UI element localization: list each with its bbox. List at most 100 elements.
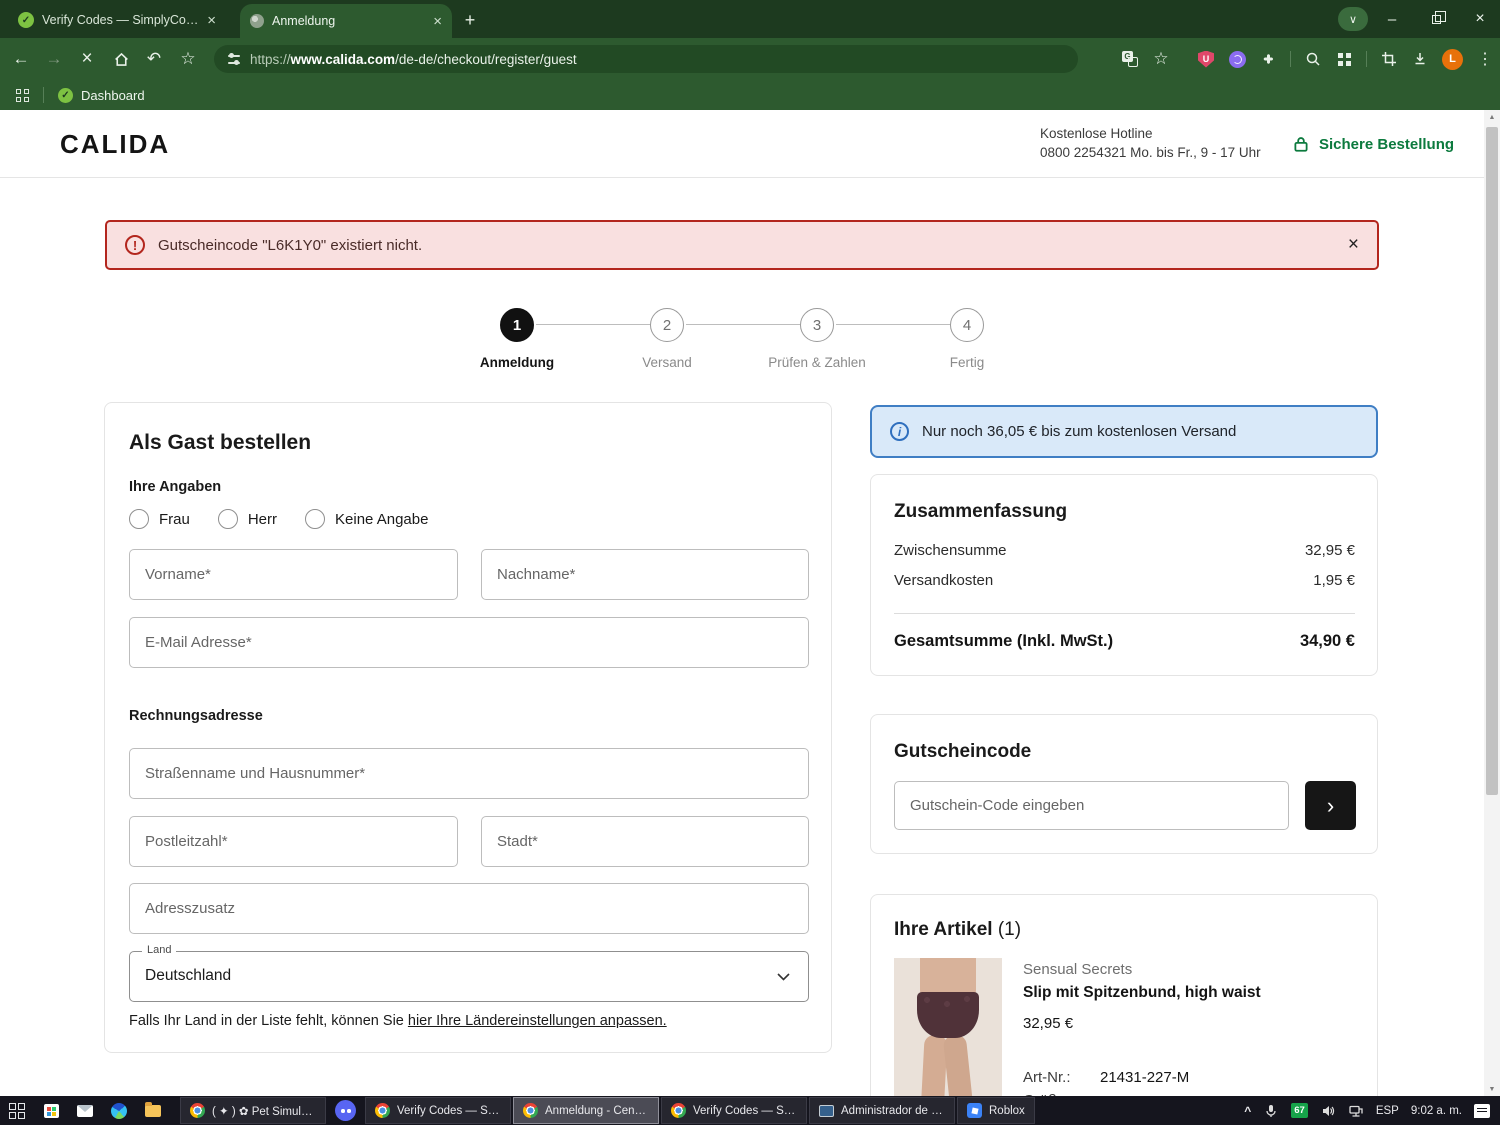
tab-verify-codes[interactable]: ✓ Verify Codes — SimplyCodes × — [8, 4, 226, 36]
taskbar-app-discord[interactable] — [328, 1097, 363, 1124]
voucher-code-input[interactable] — [894, 781, 1289, 830]
task-label: Verify Codes — Simp... — [397, 1104, 501, 1117]
taskbar-app-task-manager[interactable]: Administrador de tar... — [809, 1097, 955, 1124]
taskbar-store-button[interactable] — [34, 1096, 68, 1125]
step-versand: 2 Versand — [587, 308, 747, 370]
roblox-icon — [967, 1103, 982, 1118]
clock[interactable]: 9:02 a. m. — [1411, 1105, 1462, 1117]
radio-herr[interactable]: Herr — [217, 509, 277, 529]
voucher-card: Gutscheincode › — [870, 714, 1378, 854]
toolbar-actions: ☆ U L ⋮ — [1121, 38, 1494, 80]
error-close-icon[interactable]: × — [1348, 234, 1359, 256]
tab-search-button[interactable]: ∨ — [1338, 7, 1368, 31]
browser-tab-strip: ✓ Verify Codes — SimplyCodes × Anmeldung… — [0, 0, 1500, 38]
reload-icon[interactable]: ↶ — [141, 38, 167, 80]
taskbar-edge-button[interactable] — [102, 1096, 136, 1125]
taskbar-app-verify-codes-1[interactable]: Verify Codes — Simp... — [365, 1097, 511, 1124]
tray-expand-icon[interactable]: ^ — [1244, 1104, 1251, 1118]
toolbar-divider — [1290, 51, 1291, 67]
radio-keine-angabe[interactable]: Keine Angabe — [305, 509, 428, 529]
extensions-puzzle-icon[interactable] — [1259, 50, 1277, 68]
tab-close-icon[interactable]: × — [433, 13, 442, 30]
step-connector — [536, 324, 650, 325]
address-extra-input[interactable] — [129, 883, 809, 934]
city-input[interactable] — [481, 816, 809, 867]
taskbar-app-anmeldung[interactable]: Anmeldung - Cent B... — [513, 1097, 659, 1124]
taskbar-app-roblox[interactable]: Roblox — [957, 1097, 1035, 1124]
site-settings-icon[interactable] — [228, 52, 240, 66]
download-icon[interactable] — [1411, 50, 1429, 68]
secure-order-badge: Sichere Bestellung — [1292, 135, 1454, 153]
volume-icon[interactable] — [1320, 1103, 1336, 1119]
voucher-submit-button[interactable]: › — [1305, 781, 1356, 830]
back-icon[interactable]: ← — [8, 38, 34, 80]
chrome-icon — [375, 1103, 390, 1118]
network-icon[interactable] — [1348, 1103, 1364, 1119]
window-restore-button[interactable] — [1422, 7, 1450, 31]
stop-icon[interactable]: × — [74, 38, 100, 80]
page-scrollbar[interactable]: ▲ ▼ — [1484, 110, 1500, 1096]
bookmark-star-icon[interactable]: ☆ — [175, 38, 201, 80]
taskbar-mail-button[interactable] — [68, 1096, 102, 1125]
hotline-number: 0800 2254321 Mo. bis Fr., 9 - 17 Uhr — [1040, 145, 1261, 160]
radio-circle-icon[interactable] — [129, 509, 149, 529]
apps-launcher-icon[interactable] — [16, 88, 29, 102]
taskbar-app-verify-codes-2[interactable]: Verify Codes — Simp... — [661, 1097, 807, 1124]
summary-total-value: 34,90 € — [1299, 632, 1355, 650]
scroll-up-icon[interactable]: ▲ — [1484, 110, 1500, 124]
order-summary-card: Zusammenfassung Zwischensumme 32,95 € Ve… — [870, 474, 1378, 676]
scroll-down-icon[interactable]: ▼ — [1484, 1082, 1500, 1096]
translate-icon[interactable] — [1121, 50, 1139, 68]
guest-form-title: Als Gast bestellen — [129, 431, 312, 454]
country-footnote-text: Falls Ihr Land in der Liste fehlt, könne… — [129, 1013, 408, 1029]
country-footnote: Falls Ihr Land in der Liste fehlt, könne… — [129, 1013, 667, 1029]
tab-close-icon[interactable]: × — [207, 12, 216, 29]
profile-avatar[interactable]: L — [1442, 48, 1463, 70]
email-input[interactable] — [129, 617, 809, 668]
bookmarks-bar: ✓ Dashboard — [0, 80, 1500, 110]
window-minimize-button[interactable]: – — [1378, 7, 1406, 31]
start-button[interactable] — [0, 1096, 34, 1125]
last-name-input[interactable] — [481, 549, 809, 600]
step-label: Versand — [642, 355, 692, 370]
country-select[interactable]: Land Deutschland — [129, 944, 809, 1002]
calida-logo[interactable]: CALIDA — [60, 129, 170, 160]
country-select-label: Land — [142, 944, 177, 956]
home-icon[interactable] — [108, 38, 134, 80]
search-icon[interactable] — [1304, 50, 1322, 68]
taskbar-explorer-button[interactable] — [136, 1096, 170, 1125]
browser-menu-icon[interactable]: ⋮ — [1476, 50, 1494, 68]
new-tab-button[interactable]: + — [458, 8, 482, 32]
scrollbar-thumb[interactable] — [1486, 127, 1498, 795]
microphone-icon[interactable] — [1263, 1103, 1279, 1119]
tab-anmeldung[interactable]: Anmeldung × — [240, 4, 452, 38]
screenshot-crop-icon[interactable] — [1380, 50, 1398, 68]
forward-icon[interactable]: → — [41, 38, 67, 80]
battery-indicator[interactable]: 67 — [1291, 1103, 1308, 1118]
discord-icon — [335, 1100, 356, 1121]
bookmarks-divider — [43, 87, 44, 103]
address-bar[interactable]: https://www.calida.com/de-de/checkout/re… — [214, 45, 1078, 73]
zip-input[interactable] — [129, 816, 458, 867]
street-input[interactable] — [129, 748, 809, 799]
apps-grid-icon[interactable] — [1335, 50, 1353, 68]
mail-icon — [77, 1104, 93, 1117]
first-name-input[interactable] — [129, 549, 458, 600]
purple-extension-icon[interactable] — [1228, 50, 1246, 68]
bookmark-page-icon[interactable]: ☆ — [1152, 49, 1170, 68]
notification-center-icon[interactable] — [1474, 1103, 1490, 1118]
start-icon — [9, 1102, 25, 1119]
ublock-extension-icon[interactable]: U — [1197, 50, 1215, 68]
personal-details-heading: Ihre Angaben — [129, 479, 222, 495]
language-indicator[interactable]: ESP — [1376, 1105, 1399, 1117]
taskbar-app-pet-simulator[interactable]: ( ✦ ) ✿ Pet Simulato... — [180, 1097, 326, 1124]
radio-circle-icon[interactable] — [305, 509, 326, 529]
step-number: 1 — [500, 308, 534, 342]
bookmark-dashboard[interactable]: ✓ Dashboard — [58, 87, 145, 103]
radio-circle-icon[interactable] — [217, 509, 238, 529]
task-label: Anmeldung - Cent B... — [545, 1104, 649, 1117]
window-close-button[interactable]: × — [1466, 7, 1494, 31]
error-banner: ! Gutscheincode "L6K1Y0" existiert nicht… — [105, 220, 1379, 270]
country-settings-link[interactable]: hier Ihre Ländereinstellungen anpassen. — [408, 1013, 667, 1029]
radio-frau[interactable]: Frau — [129, 509, 190, 529]
